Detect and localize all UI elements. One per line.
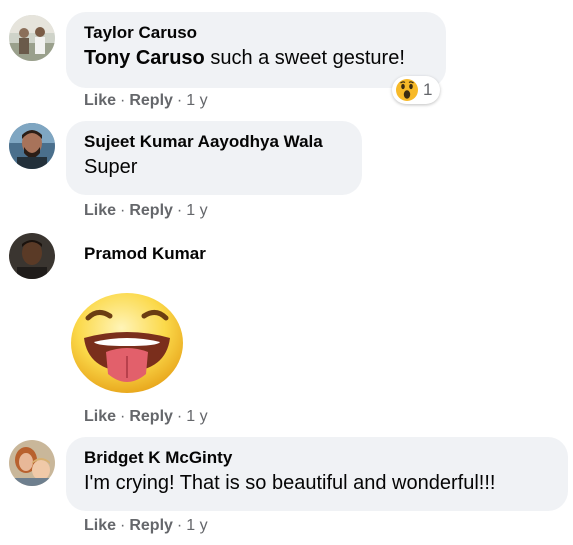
comment-author[interactable]: Taylor Caruso — [84, 22, 430, 44]
reply-button[interactable]: Reply — [129, 202, 173, 219]
comment-actions: Like · Reply · 1 y — [84, 408, 208, 426]
comment-bubble: Taylor Caruso Tony Caruso such a sweet g… — [66, 12, 446, 88]
mentioned-user[interactable]: Tony Caruso — [84, 47, 205, 69]
comment-text: Tony Caruso such a sweet gesture! — [84, 44, 430, 72]
tongue-out-face-sticker-icon — [71, 293, 183, 393]
like-button[interactable]: Like — [84, 408, 116, 425]
avatar-taylor-caruso[interactable] — [9, 15, 55, 61]
comment-age[interactable]: 1 y — [186, 408, 207, 425]
separator: · — [176, 92, 183, 109]
photo-avatar-icon — [9, 123, 55, 169]
comment-author[interactable]: Pramod Kumar — [84, 243, 206, 265]
separator: · — [176, 202, 183, 219]
comment-body: such a sweet gesture! — [204, 47, 405, 69]
reaction-summary[interactable]: 1 — [392, 76, 441, 104]
comment-body: Super — [84, 156, 138, 178]
comment-author[interactable]: Bridget K McGinty — [84, 447, 552, 469]
separator: · — [176, 408, 183, 425]
comment-actions: Like · Reply · 1 y — [84, 202, 208, 220]
reaction-count: 1 — [423, 80, 433, 99]
comment-age[interactable]: 1 y — [186, 92, 207, 109]
avatar-bridget-mcginty[interactable] — [9, 440, 55, 486]
photo-avatar-icon — [9, 440, 55, 486]
avatar-sujeet-kumar[interactable] — [9, 123, 55, 169]
like-button[interactable]: Like — [84, 517, 116, 534]
comments-thread: Taylor Caruso Tony Caruso such a sweet g… — [0, 0, 573, 545]
photo-avatar-icon — [9, 15, 55, 61]
comment-body: I'm crying! That is so beautiful and won… — [84, 472, 496, 494]
separator: · — [176, 517, 183, 534]
like-button[interactable]: Like — [84, 202, 116, 219]
previous-comment-fragment — [0, 0, 573, 6]
photo-avatar-icon — [9, 233, 55, 279]
reply-button[interactable]: Reply — [129, 517, 173, 534]
reply-button[interactable]: Reply — [129, 92, 173, 109]
comment-bubble: Sujeet Kumar Aayodhya Wala Super — [66, 121, 362, 195]
comment-bubble: Bridget K McGinty I'm crying! That is so… — [66, 437, 568, 511]
wow-emoji-icon — [396, 79, 418, 101]
reply-button[interactable]: Reply — [129, 408, 173, 425]
separator: · — [120, 517, 126, 534]
comment-actions: Like · Reply · 1 y — [84, 517, 208, 535]
comment-actions: Like · Reply · 1 y — [84, 92, 208, 110]
comment-age[interactable]: 1 y — [186, 202, 207, 219]
avatar-pramod-kumar[interactable] — [9, 233, 55, 279]
separator: · — [120, 408, 126, 425]
separator: · — [120, 202, 126, 219]
sticker — [66, 286, 188, 403]
separator: · — [120, 92, 126, 109]
comment-age[interactable]: 1 y — [186, 517, 207, 534]
comment-author[interactable]: Sujeet Kumar Aayodhya Wala — [84, 131, 346, 153]
like-button[interactable]: Like — [84, 92, 116, 109]
